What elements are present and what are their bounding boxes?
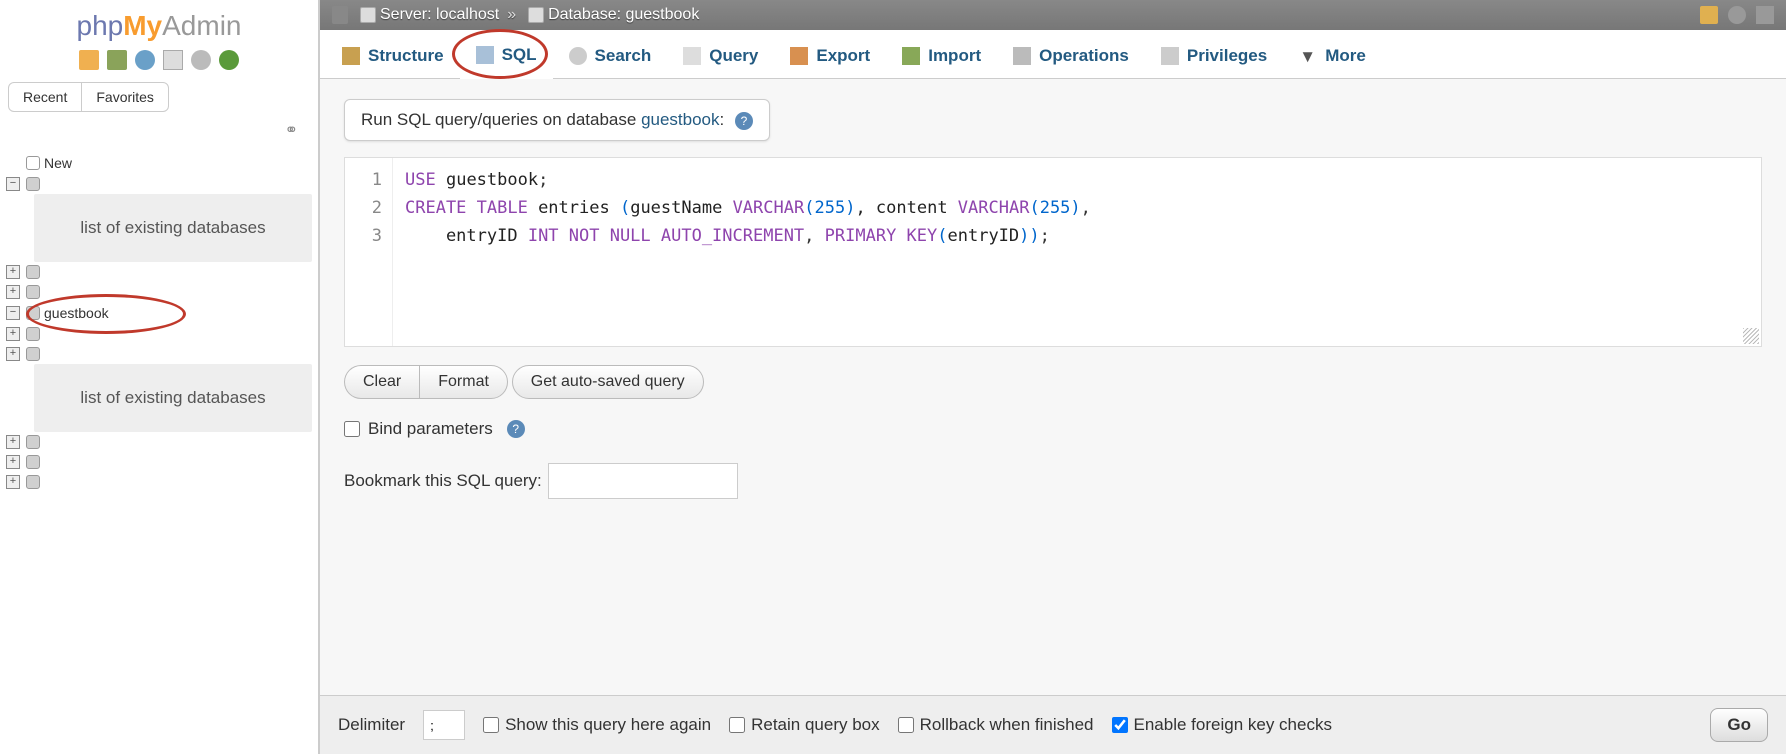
tab-search[interactable]: Search [553, 30, 668, 78]
new-db-link[interactable]: New [44, 155, 72, 171]
tab-import[interactable]: Import [886, 30, 997, 78]
database-icon [528, 7, 544, 23]
expand-icon[interactable]: + [6, 455, 20, 469]
panel-title: Run SQL query/queries on database guestb… [344, 99, 770, 141]
db-tree: New − list of existing databases + + − g… [0, 144, 318, 500]
database-icon [26, 435, 40, 449]
database-icon [26, 177, 40, 191]
database-icon [26, 347, 40, 361]
separator: » [507, 6, 516, 24]
export-icon [790, 47, 808, 65]
tab-favorites[interactable]: Favorites [82, 83, 168, 111]
query-icon [683, 47, 701, 65]
footer-bar: Delimiter Show this query here again Ret… [320, 695, 1786, 754]
search-icon [569, 47, 587, 65]
rollback-checkbox[interactable] [898, 717, 914, 733]
home-icon[interactable] [79, 50, 99, 70]
clear-button[interactable]: Clear [344, 365, 419, 399]
sql-doc-icon[interactable] [163, 50, 183, 70]
db-name[interactable]: guestbook [625, 6, 699, 24]
tab-query[interactable]: Query [667, 30, 774, 78]
privileges-icon [1161, 47, 1179, 65]
gear-icon[interactable] [1728, 6, 1746, 24]
delimiter-input[interactable] [423, 710, 465, 740]
delimiter-label: Delimiter [338, 715, 405, 735]
database-icon [26, 475, 40, 489]
db-guestbook[interactable]: guestbook [44, 305, 109, 321]
main-tabs: Structure SQL Search Query Export Import… [320, 30, 1786, 79]
line-gutter: 123 [345, 158, 393, 346]
collapse-icon[interactable]: − [6, 306, 20, 320]
expand-icon[interactable]: + [6, 327, 20, 341]
db-label: Database: [548, 6, 621, 24]
phpmyadmin-logo: phpMyAdmin [0, 0, 318, 46]
sql-icon [476, 46, 494, 64]
sql-editor[interactable]: 123 USE guestbook; CREATE TABLE entries … [344, 157, 1762, 347]
help-icon[interactable]: ? [507, 420, 525, 438]
server-icon [360, 7, 376, 23]
tab-export[interactable]: Export [774, 30, 886, 78]
expand-icon[interactable]: + [6, 285, 20, 299]
database-icon [26, 306, 40, 320]
nav-sidebar: phpMyAdmin Recent Favorites ⚭ New − list… [0, 0, 320, 754]
tab-sql[interactable]: SQL [460, 30, 553, 79]
database-icon [26, 455, 40, 469]
retain-checkbox[interactable] [729, 717, 745, 733]
help-icon[interactable]: ? [735, 112, 753, 130]
bind-params-checkbox[interactable] [344, 421, 360, 437]
structure-icon [342, 47, 360, 65]
sidebar-iconbar [0, 46, 318, 78]
collapse-top-icon[interactable] [1756, 6, 1774, 24]
db-link[interactable]: guestbook [641, 110, 719, 129]
operations-icon [1013, 47, 1031, 65]
expand-icon[interactable]: + [6, 435, 20, 449]
db-placeholder: list of existing databases [34, 194, 312, 262]
reload-icon[interactable] [219, 50, 239, 70]
tab-operations[interactable]: Operations [997, 30, 1145, 78]
help-icon[interactable] [135, 50, 155, 70]
breadcrumb: Server: localhost » Database: guestbook [320, 0, 1786, 30]
expand-icon[interactable]: + [6, 475, 20, 489]
tab-more[interactable]: ▼More [1283, 30, 1382, 78]
link-icon[interactable]: ⚭ [0, 116, 318, 144]
show-again-checkbox[interactable] [483, 717, 499, 733]
fk-checkbox[interactable] [1112, 717, 1128, 733]
resize-handle[interactable] [1743, 328, 1759, 344]
format-button[interactable]: Format [419, 365, 508, 399]
server-name[interactable]: localhost [436, 6, 499, 24]
dropdown-icon: ▼ [1299, 47, 1317, 65]
tab-structure[interactable]: Structure [326, 30, 460, 78]
database-icon [26, 156, 40, 170]
lock-icon[interactable] [1700, 6, 1718, 24]
tab-recent[interactable]: Recent [9, 83, 82, 111]
server-label: Server: [380, 6, 432, 24]
bookmark-input[interactable] [548, 463, 738, 499]
panel-collapse-icon[interactable] [332, 6, 348, 24]
database-icon [26, 327, 40, 341]
main-area: Server: localhost » Database: guestbook … [320, 0, 1786, 754]
code-area[interactable]: USE guestbook; CREATE TABLE entries (gue… [393, 158, 1103, 346]
db-placeholder: list of existing databases [34, 364, 312, 432]
sidebar-tabs: Recent Favorites [8, 82, 169, 112]
settings-icon[interactable] [191, 50, 211, 70]
database-icon [26, 265, 40, 279]
go-button[interactable]: Go [1710, 708, 1768, 742]
import-icon [902, 47, 920, 65]
collapse-icon[interactable]: − [6, 177, 20, 191]
bookmark-label: Bookmark this SQL query: [344, 471, 542, 491]
expand-icon[interactable]: + [6, 265, 20, 279]
logout-icon[interactable] [107, 50, 127, 70]
tab-privileges[interactable]: Privileges [1145, 30, 1283, 78]
autosaved-button[interactable]: Get auto-saved query [512, 365, 704, 399]
bind-params-label: Bind parameters [368, 419, 493, 439]
database-icon [26, 285, 40, 299]
expand-icon[interactable]: + [6, 347, 20, 361]
